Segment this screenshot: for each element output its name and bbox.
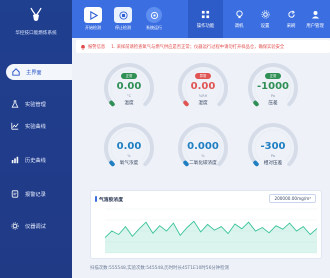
tab-user-management[interactable]: 用户管理 xyxy=(300,0,330,38)
sidebar-item-curve[interactable]: 实验曲线 xyxy=(0,118,72,134)
sidebar-item-label: 历史曲线 xyxy=(25,157,46,164)
app-title: 华控技口能燃炼系统 xyxy=(15,31,57,36)
gauge-co2: 0.000 % 二氧化碳浓度 xyxy=(174,119,232,173)
gauge-unit: Pa xyxy=(270,94,276,98)
sidebar-item-label: 报警记录 xyxy=(25,191,46,198)
system-run-button[interactable]: 系统运行 xyxy=(141,7,167,31)
sidebar-item-label: 主界面 xyxy=(26,69,42,76)
system-run-label: 系统运行 xyxy=(146,25,162,30)
gauge-value: -300 xyxy=(260,141,286,152)
sidebar-item-label: 实验曲线 xyxy=(25,123,46,130)
stop-detect-label: 停止检测 xyxy=(115,25,131,30)
sidebar-item-history[interactable]: 历史曲线 xyxy=(0,152,72,168)
stop-detect-button[interactable]: 停止检测 xyxy=(110,7,136,31)
flask-icon xyxy=(9,100,21,108)
play-icon xyxy=(89,10,98,20)
gauge-name: 温度 xyxy=(124,101,134,106)
gauge-name: 相对压差 xyxy=(263,161,283,166)
gauge-name: 氧气浓度 xyxy=(119,161,139,166)
gauge-unit: % xyxy=(127,154,131,158)
chart-title: 气溶胶浓度 xyxy=(99,198,123,203)
alert-message: 1. 采样前请检查氧气与燃气供应是否正常；仪器运行过程中请勿打开样品仓，确保实验… xyxy=(111,44,285,50)
gauge-unit: % xyxy=(201,154,205,158)
antelope-logo-icon xyxy=(30,7,42,21)
alarm-record-icon xyxy=(9,190,21,198)
alarm-bell-icon xyxy=(80,44,86,50)
user-icon xyxy=(311,10,320,20)
line-chart-icon xyxy=(9,122,21,130)
sidebar: 华控技口能燃炼系统 主界面 实验管理 实验曲线 历史曲线 报警记录 仪器调试 xyxy=(0,0,72,278)
tab-label: 调机 xyxy=(234,23,244,29)
tab-label: 设置 xyxy=(260,23,270,29)
home-icon xyxy=(10,68,22,76)
sidebar-item-label: 实验管理 xyxy=(25,101,46,108)
lightbulb-icon xyxy=(235,10,244,20)
gauge-value: 0.00 xyxy=(116,141,142,152)
debug-gear-icon xyxy=(9,222,21,230)
start-detect-label: 开始检测 xyxy=(85,25,101,30)
sidebar-item-alarm[interactable]: 报警记录 xyxy=(0,186,72,202)
settings-gear-icon xyxy=(260,10,270,20)
stop-icon xyxy=(118,10,128,20)
series-area xyxy=(105,221,317,253)
sidebar-item-experiment[interactable]: 实验管理 xyxy=(0,96,72,112)
status-badge: 正常 xyxy=(265,73,281,79)
sidebar-item-debug[interactable]: 仪器调试 xyxy=(0,218,72,234)
gauge-value: 0.00 xyxy=(116,81,142,92)
gauge-relative-pressure: -300 Pa 相对压差 xyxy=(244,119,302,173)
gauge-unit: Pa xyxy=(270,154,276,158)
gauge-unit: %RH xyxy=(198,94,208,98)
grid-apps-icon xyxy=(201,10,210,20)
alert-label: 报警信息 xyxy=(88,44,106,50)
gauge-temperature: 正常 0.00 °C 温度 xyxy=(100,59,158,113)
gauge-name: 二氧化碳浓度 xyxy=(189,161,217,166)
gauge-value: 0.00 xyxy=(190,81,216,92)
tab-label: 采刷 xyxy=(286,23,296,29)
gauge-value: -1000 xyxy=(257,81,289,92)
gauge-panel: 正常 0.00 °C 温度 异常 0.00 %RH 湿度 正常 -1000 Pa… xyxy=(76,57,330,175)
aerosol-chart xyxy=(104,208,318,254)
status-badge: 正常 xyxy=(121,73,137,79)
aerosol-chart-card: 气溶胶浓度 200000.00mg/m³ xyxy=(90,190,322,259)
sidebar-item-home[interactable]: 主界面 xyxy=(6,64,72,80)
refresh-icon xyxy=(287,10,296,20)
status-badge: 异常 xyxy=(195,73,211,79)
status-footer: 扫描次数:555548,实验次数:545548,历时时长45T1E10时56分钟… xyxy=(90,266,229,271)
chart-readout: 200000.00mg/m³ xyxy=(269,194,316,203)
gauge-name: 湿度 xyxy=(198,101,208,106)
gauge-unit: °C xyxy=(126,94,132,98)
alert-bar: 报警信息 1. 采样前请检查氧气与燃气供应是否正常；仪器运行过程中请勿打开样品仓… xyxy=(76,40,330,53)
tab-operations[interactable]: 操作功能 xyxy=(188,0,223,38)
top-toolbar: 开始检测 停止检测 系统运行 操作功能 调机 设置 采刷 用户管理 xyxy=(72,0,330,38)
sidebar-item-label: 仪器调试 xyxy=(25,223,46,230)
history-chart-icon xyxy=(9,156,21,164)
title-accent xyxy=(95,196,97,202)
gauge-humidity: 异常 0.00 %RH 湿度 xyxy=(174,59,232,113)
tab-label: 操作功能 xyxy=(196,23,215,29)
gauge-oxygen: 0.00 % 氧气浓度 xyxy=(100,119,158,173)
gauge-pressure-diff: 正常 -1000 Pa 压差 xyxy=(244,59,302,113)
start-detect-button[interactable]: 开始检测 xyxy=(80,7,106,31)
system-run-icon xyxy=(150,11,158,19)
gauge-name: 压差 xyxy=(268,101,278,106)
gauge-value: 0.000 xyxy=(187,141,219,152)
tab-label: 用户管理 xyxy=(306,23,324,29)
